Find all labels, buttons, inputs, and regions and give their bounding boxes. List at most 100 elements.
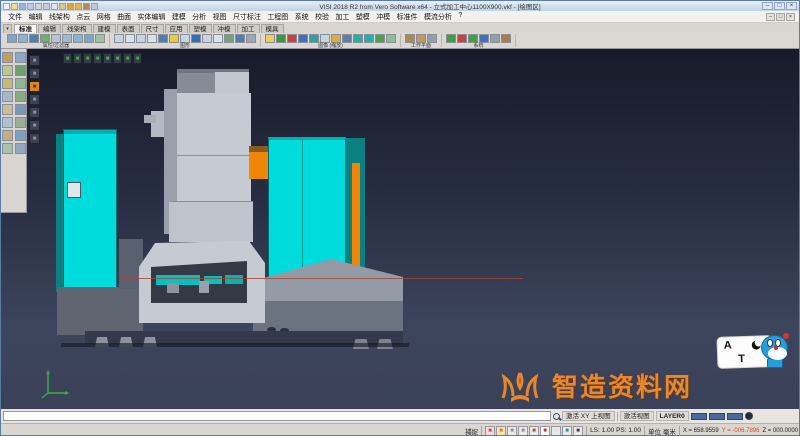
ribbon-tab-2[interactable]: 线架构 — [62, 24, 92, 33]
document-window-button-0[interactable]: – — [766, 13, 775, 21]
paste-icon[interactable] — [59, 3, 66, 10]
scale-icon[interactable] — [2, 143, 13, 154]
workplane-xy-icon[interactable] — [405, 34, 415, 43]
filter-surfaces-icon[interactable] — [62, 34, 72, 43]
window-button-1[interactable]: □ — [774, 2, 785, 10]
window-button-0[interactable]: – — [762, 2, 773, 10]
offset-icon[interactable] — [2, 117, 13, 128]
rectangle-icon[interactable] — [2, 78, 13, 89]
attribute-color-icon[interactable] — [7, 34, 17, 43]
circle-icon[interactable] — [15, 65, 26, 76]
menu-item-19[interactable]: ? — [455, 12, 465, 22]
search-icon[interactable] — [553, 413, 560, 420]
zoom-selected-icon[interactable] — [298, 34, 308, 43]
zoom-in-icon[interactable] — [265, 34, 275, 43]
workplane-indicator[interactable]: 激活 XY 上视图 — [562, 411, 615, 421]
menu-item-2[interactable]: 线架构 — [46, 12, 73, 22]
customize-quick-access-icon[interactable] — [91, 3, 98, 10]
view-right-icon[interactable]: ■ — [113, 53, 122, 64]
render-icon[interactable] — [235, 34, 245, 43]
view-refresh-icon[interactable] — [386, 34, 396, 43]
redraw-icon[interactable] — [114, 34, 124, 43]
zoom-out-icon[interactable] — [276, 34, 286, 43]
print-icon[interactable] — [35, 3, 42, 10]
menu-item-17[interactable]: 标准件 — [393, 12, 420, 22]
section-view-icon[interactable] — [224, 34, 234, 43]
select-window-icon[interactable]: ■ — [29, 68, 40, 79]
menu-item-3[interactable]: 点云 — [73, 12, 93, 22]
ribbon-tab-1[interactable]: 编辑 — [38, 24, 61, 33]
menu-item-18[interactable]: 模流分析 — [421, 12, 455, 22]
menu-item-1[interactable]: 编辑 — [25, 12, 45, 22]
attribute-layer-icon[interactable] — [18, 34, 28, 43]
system-settings-icon[interactable] — [457, 34, 467, 43]
view-pan-icon[interactable] — [364, 34, 374, 43]
cut-icon[interactable] — [43, 3, 50, 10]
zoom-extents-icon[interactable] — [287, 34, 297, 43]
hide-entity-icon[interactable]: ■ — [29, 120, 40, 131]
wireframe-point-icon[interactable] — [2, 52, 13, 63]
color-swatch[interactable] — [727, 413, 743, 420]
zoom-window-icon[interactable] — [125, 34, 135, 43]
rotate-icon[interactable] — [2, 130, 13, 141]
snap-rotate-icon[interactable]: ■ — [562, 426, 572, 436]
undo-icon[interactable] — [67, 3, 74, 10]
ribbon-tab-3[interactable]: 建模 — [93, 24, 116, 33]
layer-tool-icon[interactable]: ■ — [29, 94, 40, 105]
zoom-previous-icon[interactable] — [147, 34, 157, 43]
view-iso-icon[interactable] — [342, 34, 352, 43]
document-window-button-1[interactable]: □ — [776, 13, 785, 21]
save-file-icon[interactable] — [19, 3, 26, 10]
tab-overflow-button[interactable]: ▾ — [3, 24, 12, 33]
trim-icon[interactable] — [2, 104, 13, 115]
workplane-align-icon[interactable] — [427, 34, 437, 43]
pan-icon[interactable] — [158, 34, 168, 43]
viewport-3d[interactable]: ■■■■■■■■ ■■■■■■■ 智造资料网 — [1, 49, 800, 409]
polyline-icon[interactable] — [15, 78, 26, 89]
document-window-button-2[interactable]: × — [786, 13, 795, 21]
shade-mode-icon[interactable] — [169, 34, 179, 43]
view-side-icon[interactable] — [331, 34, 341, 43]
save-all-icon[interactable] — [27, 3, 34, 10]
system-macro-icon[interactable] — [468, 34, 478, 43]
arc-icon[interactable] — [2, 65, 13, 76]
extend-icon[interactable] — [15, 104, 26, 115]
color-swatch[interactable] — [691, 413, 707, 420]
view-bottom-icon[interactable]: ■ — [123, 53, 132, 64]
menu-item-10[interactable]: 尺寸标注 — [230, 12, 264, 22]
filter-all-icon[interactable] — [40, 34, 50, 43]
ribbon-tab-6[interactable]: 应用 — [165, 24, 188, 33]
filter-reset-icon[interactable] — [95, 34, 105, 43]
view-iso-icon[interactable]: ■ — [63, 53, 72, 64]
layer-indicator[interactable]: LAYER0 — [656, 411, 689, 421]
view-rotate-icon[interactable] — [353, 34, 363, 43]
ribbon-tab-9[interactable]: 加工 — [237, 24, 260, 33]
view-previous-icon[interactable] — [375, 34, 385, 43]
measure-icon[interactable]: ■ — [29, 107, 40, 118]
redo-icon[interactable] — [75, 3, 82, 10]
ribbon-tab-10[interactable]: 模具 — [261, 24, 284, 33]
ribbon-tab-0[interactable]: 标准 — [14, 24, 37, 33]
view-top-icon[interactable] — [309, 34, 319, 43]
move-icon[interactable] — [15, 130, 26, 141]
multi-view-icon[interactable] — [213, 34, 223, 43]
menu-item-12[interactable]: 系统 — [292, 12, 312, 22]
snap-ortho-icon[interactable]: ■ — [496, 426, 506, 436]
view-left-icon[interactable]: ■ — [103, 53, 112, 64]
snap-grid-icon[interactable]: ■ — [485, 426, 495, 436]
view-settings-icon[interactable] — [246, 34, 256, 43]
snap-midpoint-icon[interactable]: ■ — [518, 426, 528, 436]
menu-item-11[interactable]: 工程图 — [264, 12, 291, 22]
view-indicator[interactable]: 激活视图 — [620, 411, 654, 421]
system-options-icon[interactable] — [501, 34, 511, 43]
filter-solids-icon[interactable] — [51, 34, 61, 43]
system-info-icon[interactable] — [490, 34, 500, 43]
menu-item-6[interactable]: 实体编辑 — [134, 12, 168, 22]
filter-wireframe-icon[interactable] — [73, 34, 83, 43]
ribbon-tab-8[interactable]: 冲模 — [213, 24, 236, 33]
status-indicator-icon[interactable] — [745, 412, 753, 420]
attribute-linetype-icon[interactable] — [29, 34, 39, 43]
filter-points-icon[interactable] — [84, 34, 94, 43]
ribbon-tab-4[interactable]: 表面 — [117, 24, 140, 33]
ribbon-tab-5[interactable]: 尺寸 — [141, 24, 164, 33]
